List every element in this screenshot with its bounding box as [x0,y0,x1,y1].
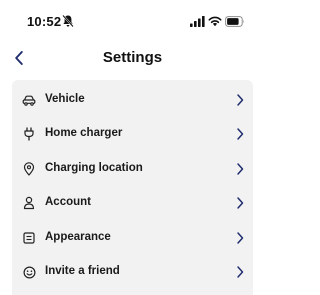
person-icon [21,195,37,211]
appearance-icon [21,230,37,246]
chevron-right-icon [237,94,244,106]
settings-item-label: Vehicle [45,93,85,105]
battery-icon [225,16,244,27]
status-time: 10:52 [27,14,62,29]
settings-item-label: Appearance [45,231,111,243]
chevron-right-icon [237,128,244,140]
bell-slash-icon [62,14,74,28]
smiley-icon [21,264,37,280]
location-pin-icon [21,161,37,177]
settings-item-account[interactable]: Account [12,189,253,217]
car-icon [21,92,37,108]
settings-item-appearance[interactable]: Appearance [12,224,253,252]
chevron-right-icon [237,163,244,175]
plug-icon [21,126,37,142]
chevron-right-icon [237,197,244,209]
settings-item-invite-a-friend[interactable]: Invite a friend [12,258,253,286]
chevron-right-icon [237,266,244,278]
page-title: Settings [102,49,163,66]
wifi-icon [208,16,222,27]
settings-item-label: Charging location [45,162,143,174]
settings-list: Vehicle Home charger Charging location A… [12,80,253,295]
settings-item-label: Account [45,196,91,208]
settings-item-charging-location[interactable]: Charging location [12,155,253,183]
settings-item-home-charger[interactable]: Home charger [12,120,253,148]
signal-icon [190,16,205,27]
nav-bar: Settings [0,40,265,74]
status-bar: 10:52 [0,0,265,40]
settings-item-label: Home charger [45,127,123,139]
settings-item-label: Invite a friend [45,265,120,277]
settings-item-vehicle[interactable]: Vehicle [12,86,253,114]
chevron-right-icon [237,232,244,244]
